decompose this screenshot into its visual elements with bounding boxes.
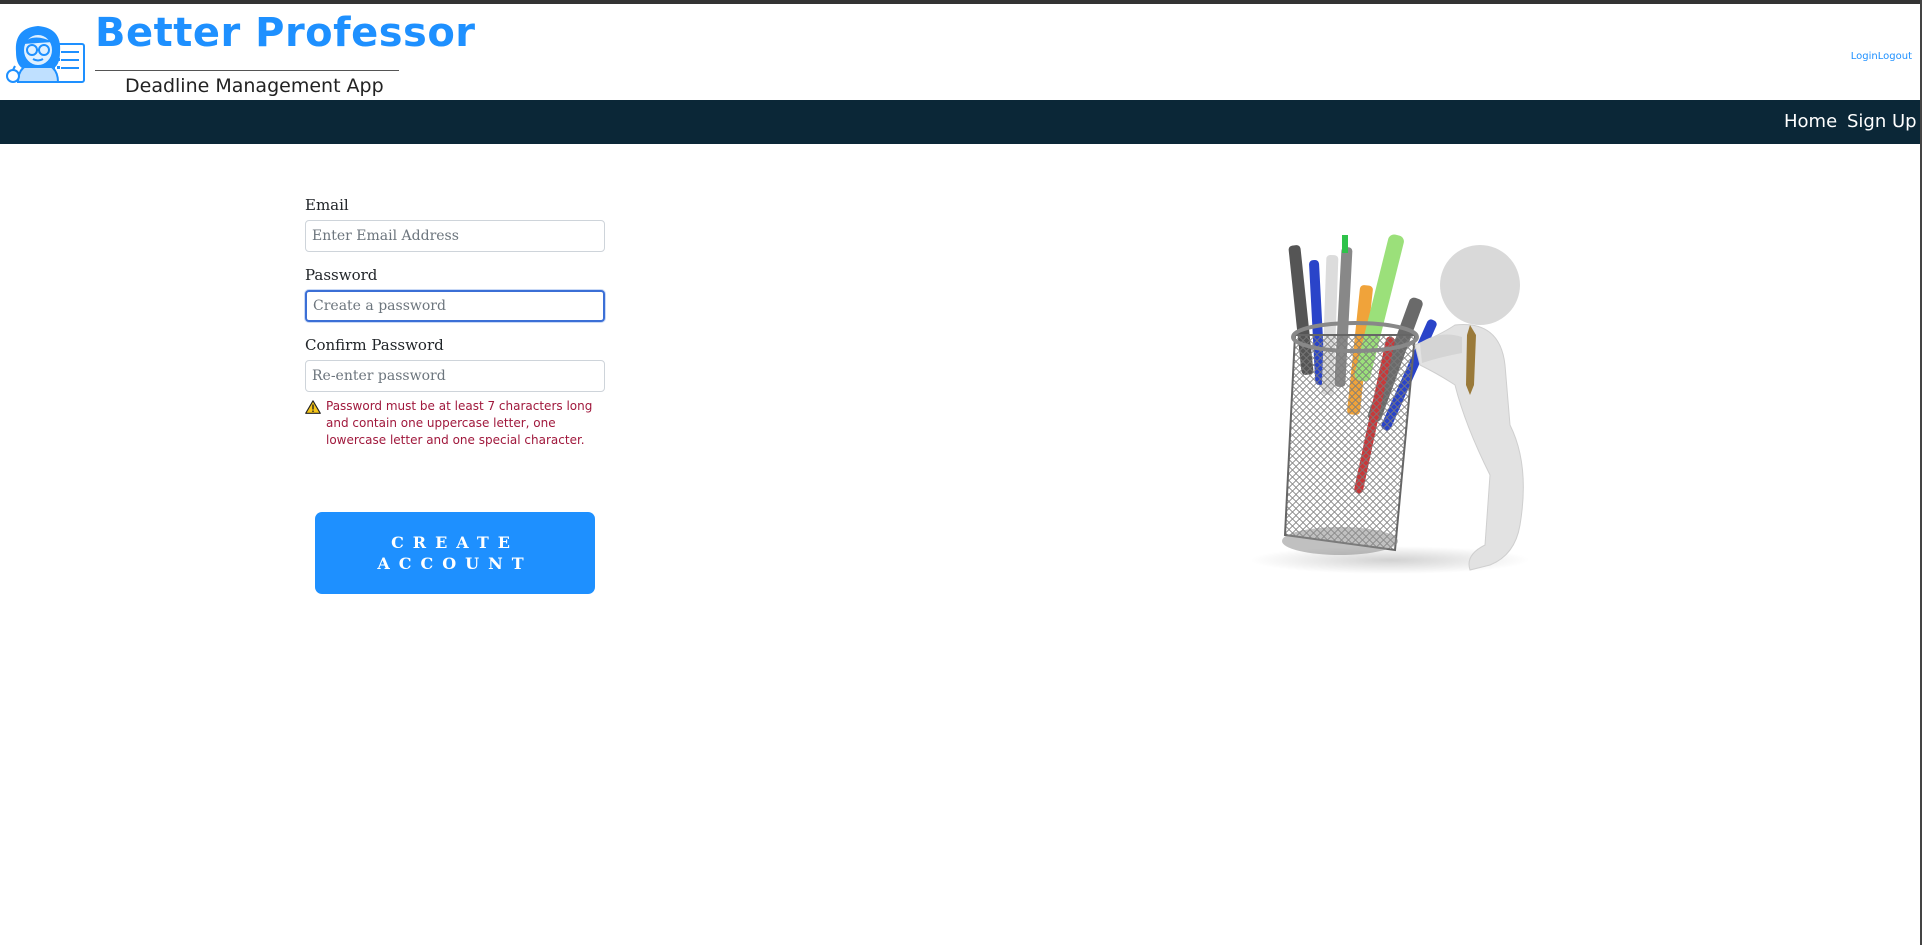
confirm-password-group: Confirm Password Password must be at lea… xyxy=(305,336,605,449)
nav-signup-link[interactable]: Sign Up xyxy=(1847,111,1917,132)
email-label: Email xyxy=(305,196,349,214)
password-input[interactable] xyxy=(305,290,605,322)
warning-text: Password must be at least 7 characters l… xyxy=(326,399,593,447)
main-navbar: Home Sign Up xyxy=(0,100,1920,144)
brand-divider xyxy=(95,70,399,71)
signup-form: Email Password Confirm Password Password… xyxy=(305,196,605,463)
password-label: Password xyxy=(305,266,378,284)
brand-subtitle: Deadline Management App xyxy=(125,75,384,97)
logout-link[interactable]: Logout xyxy=(1878,51,1912,62)
site-header: Better Professor Deadline Management App… xyxy=(0,4,1920,100)
confirm-password-label: Confirm Password xyxy=(305,336,444,354)
create-account-button[interactable]: CREATE ACCOUNT xyxy=(315,512,595,594)
nav-home-link[interactable]: Home xyxy=(1784,111,1837,132)
login-link[interactable]: Login xyxy=(1851,51,1878,62)
warning-triangle-icon xyxy=(305,400,321,414)
password-group: Password xyxy=(305,266,605,322)
professor-logo-icon[interactable] xyxy=(4,22,86,86)
email-input[interactable] xyxy=(305,220,605,252)
brand-title[interactable]: Better Professor xyxy=(95,10,476,56)
password-requirements-warning: Password must be at least 7 characters l… xyxy=(305,398,605,449)
pen-holder-figure-illustration xyxy=(1250,234,1530,574)
confirm-password-input[interactable] xyxy=(305,360,605,392)
email-group: Email xyxy=(305,196,605,252)
auth-links: LoginLogout xyxy=(1851,51,1912,62)
